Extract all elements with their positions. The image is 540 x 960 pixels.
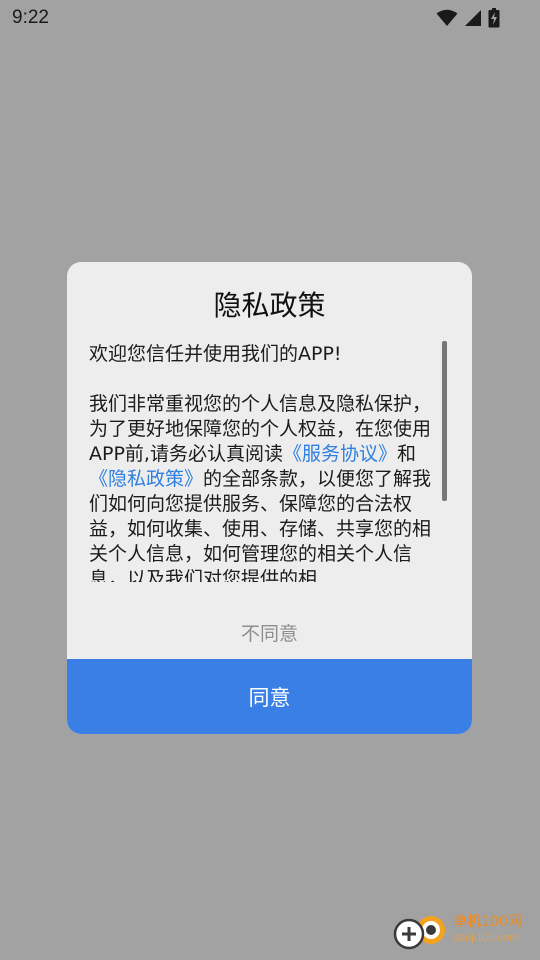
- privacy-policy-link[interactable]: 《隐私政策》: [89, 468, 203, 490]
- dialog-body[interactable]: 欢迎您信任并使用我们的APP! 我们非常重视您的个人信息及隐私保护，为了更好地保…: [89, 342, 449, 582]
- dialog-paragraph: 我们非常重视您的个人信息及隐私保护，为了更好地保障您的个人权益，在您使用APP前…: [89, 392, 449, 582]
- status-time: 9:22: [12, 7, 49, 28]
- status-icons: [436, 8, 500, 28]
- watermark: 单机100网 danji100.com: [391, 904, 536, 956]
- watermark-main-text: 单机100网: [453, 914, 522, 930]
- watermark-sub-text: danji100.com: [453, 932, 519, 944]
- status-bar: 9:22: [0, 0, 540, 38]
- dialog-title: 隐私政策: [213, 289, 326, 322]
- wifi-icon: [436, 9, 458, 27]
- watermark-text: 单机100网 danji100.com: [453, 914, 522, 946]
- privacy-policy-dialog: 隐私政策 欢迎您信任并使用我们的APP! 我们非常重视您的个人信息及隐私保护，为…: [67, 262, 472, 734]
- watermark-logo-icon: [391, 906, 451, 954]
- cellular-signal-icon: [464, 9, 482, 27]
- dialog-intro: 欢迎您信任并使用我们的APP!: [89, 343, 342, 365]
- disagree-button[interactable]: 不同意: [67, 607, 472, 657]
- service-agreement-link[interactable]: 《服务协议》: [283, 443, 397, 465]
- battery-charging-icon: [488, 8, 500, 28]
- agree-button[interactable]: 同意: [67, 659, 472, 734]
- scrollbar-thumb[interactable]: [442, 341, 447, 501]
- body-text-and: 和: [396, 443, 416, 465]
